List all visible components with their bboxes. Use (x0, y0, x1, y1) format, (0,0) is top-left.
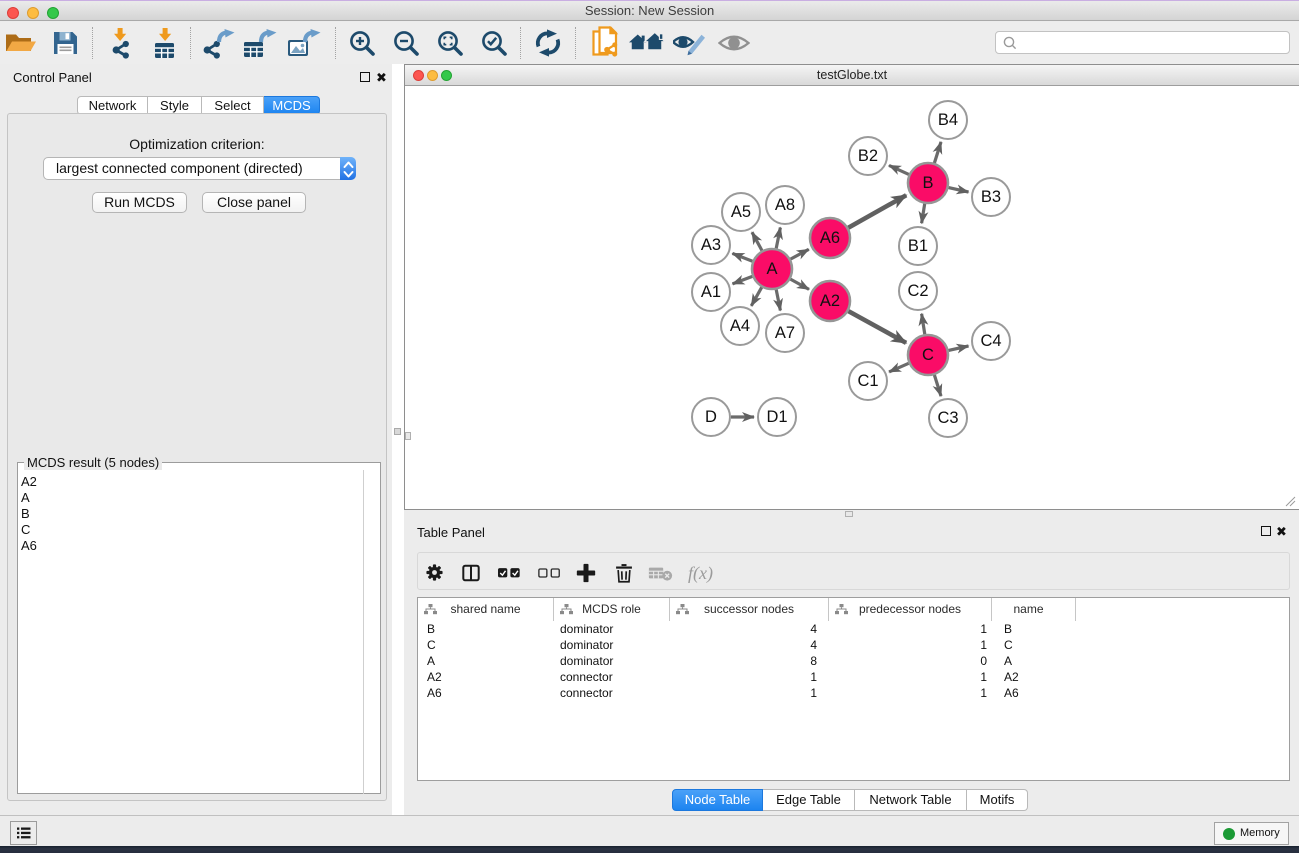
svg-text:C1: C1 (857, 372, 878, 390)
svg-text:B2: B2 (858, 147, 878, 165)
svg-text:B: B (922, 174, 933, 192)
svg-text:A2: A2 (820, 292, 840, 310)
svg-text:C: C (922, 346, 934, 364)
svg-text:A6: A6 (820, 229, 840, 247)
svg-text:A4: A4 (730, 317, 750, 335)
svg-text:C2: C2 (907, 282, 928, 300)
svg-text:C3: C3 (937, 409, 958, 427)
svg-text:B1: B1 (908, 237, 928, 255)
svg-text:A8: A8 (775, 196, 795, 214)
svg-text:A: A (766, 260, 777, 278)
svg-text:A1: A1 (701, 283, 721, 301)
svg-text:D: D (705, 408, 717, 426)
svg-text:A7: A7 (775, 324, 795, 342)
svg-text:C4: C4 (980, 332, 1001, 350)
svg-text:B3: B3 (981, 188, 1001, 206)
svg-text:D1: D1 (766, 408, 787, 426)
svg-text:A5: A5 (731, 203, 751, 221)
svg-text:B4: B4 (938, 111, 958, 129)
svg-text:A3: A3 (701, 236, 721, 254)
